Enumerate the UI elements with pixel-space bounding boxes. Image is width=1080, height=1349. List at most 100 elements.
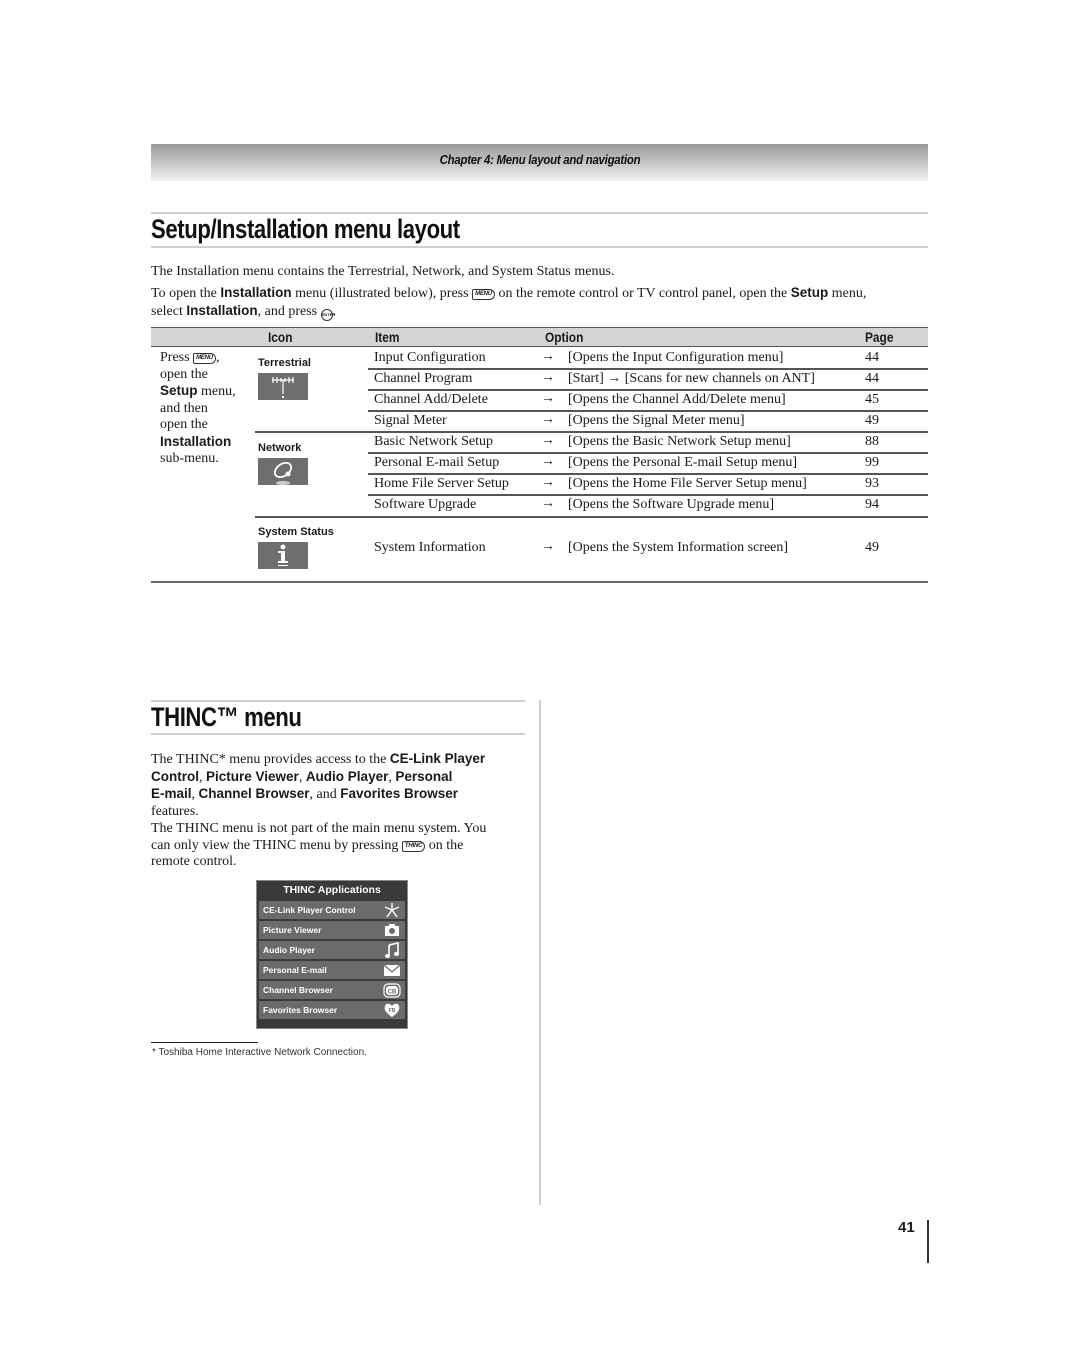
bold-text: Personal [395,768,453,784]
text: , [215,350,220,365]
text: open the [160,417,208,432]
header-icon: Icon [268,329,293,345]
row-page: 45 [865,392,879,407]
left-note: Press MENU, open the Setup menu, and the… [160,350,255,468]
text: The THINC menu is not part of the main m… [151,821,487,836]
arrow-icon: → [541,412,555,427]
thinc-section-title: THINC™ menu [151,702,302,732]
thinc-applications-panel: THINC Applications CE-Link Player Contro… [256,880,408,1029]
arrow-icon: → [541,539,555,554]
row-item: Channel Add/Delete [374,392,488,407]
arrow-icon: → [541,496,555,511]
text: . [332,303,337,319]
bold-text: E-mail [151,786,192,801]
text: The THINC* menu provides access to the [151,752,390,767]
thinc-item-label: Channel Browser [263,985,333,995]
row-option: [Opens the Basic Network Setup menu] [568,434,791,449]
text: , [199,769,206,785]
arrow-icon: → [541,454,555,469]
music-note-icon [385,942,399,958]
arrow-icon: → [541,370,555,385]
table-row: Channel Program → [Start] → [Scans for n… [368,370,928,391]
row-page: 44 [865,350,879,365]
arrow-icon: → [541,433,555,448]
thinc-key-icon: THINC [401,840,426,852]
icon-group-network: Network [258,442,302,454]
row-option: [Opens the Input Configuration menu] [568,350,784,365]
page-number: 41 [898,1219,915,1236]
bold-installation: Installation [220,285,292,300]
table-bottom-rule [151,581,928,583]
icon-group-system-status: System Status [258,526,334,538]
text: select [151,303,187,319]
row-item: Home File Server Setup [374,476,509,491]
text: Press [160,350,194,365]
menu-key-icon: MENU [193,353,216,364]
text: features. [151,803,199,819]
bold-text: Channel Browser [198,786,310,801]
bold-text: Favorites Browser [340,786,459,801]
svg-text:CB: CB [388,990,397,996]
chapter-header: Chapter 4: Menu layout and navigation [151,144,928,181]
thinc-item-favorites-browser: Favorites Browser FB [259,1001,405,1019]
row-option: [Opens the Signal Meter menu] [568,413,745,428]
table-row: Software Upgrade → [Opens the Software U… [368,496,928,517]
bold-text: Picture Viewer [206,768,299,784]
arrow-icon: → [541,349,555,364]
envelope-icon [383,964,401,976]
text: menu, [828,286,867,301]
thinc-item-label: CE-Link Player Control [263,905,356,915]
svg-text:FB: FB [389,1008,396,1014]
row-item: Basic Network Setup [374,434,493,449]
antenna-icon [258,373,308,400]
text: sub-menu. [160,451,219,466]
bold-text: Audio Player [305,768,389,784]
setup-instruction: To open the Installation menu (illustrat… [151,285,931,321]
thinc-item-label: Personal E-mail [263,965,327,975]
bold-setup: Setup [160,383,198,398]
thinc-item-picture-viewer: Picture Viewer [259,921,405,939]
thinc-item-audio-player: Audio Player [259,941,405,959]
column-divider [539,700,541,1205]
menu-key-icon: MENU [472,289,495,300]
row-page: 49 [865,413,879,428]
text: menu (illustrated below), press [291,286,473,301]
network-icon [258,458,308,485]
row-page: 94 [865,497,879,512]
asterisk-icon [384,903,400,918]
page-number-bar [927,1220,929,1263]
row-page: 99 [865,455,879,470]
row-page: 93 [865,476,879,491]
header-option: Option [545,329,584,345]
chapter-title: Chapter 4: Menu layout and navigation [439,152,640,167]
text: menu, [197,384,236,399]
setup-section-title: Setup/Installation menu layout [151,214,460,244]
arrow-icon: → [541,391,555,406]
icon-group-terrestrial: Terrestrial [258,357,311,369]
thinc-item-label: Audio Player [263,945,315,955]
header-page: Page [865,329,894,345]
bold-setup: Setup [790,285,829,300]
row-item: System Information [374,540,486,555]
table-row: Home File Server Setup → [Opens the Home… [368,475,928,496]
thinc-item-ce-link: CE-Link Player Control [259,901,405,919]
arrow-icon: → [541,475,555,490]
row-page: 49 [865,540,879,555]
text: To open the [151,286,221,301]
bold-text: Control [151,768,199,784]
text: , [298,769,306,785]
text: on the remote control or TV control pane… [494,286,791,301]
footnote: * Toshiba Home Interactive Network Conne… [152,1047,367,1058]
row-item: Input Configuration [374,350,486,365]
text: , and [309,787,341,802]
bold-text: CE-Link Player [389,751,486,766]
thinc-item-channel-browser: Channel Browser CB [259,981,405,999]
setup-intro: The Installation menu contains the Terre… [151,264,615,279]
heart-fb-icon: FB [384,1003,400,1017]
row-option: [Opens the System Information screen] [568,540,789,555]
thinc-rule-bottom [151,733,525,735]
info-icon [258,542,308,569]
text: , [191,787,199,802]
row-option: [Opens the Personal E-mail Setup menu] [568,455,798,470]
text: can only view the THINC menu by pressing [151,837,402,853]
